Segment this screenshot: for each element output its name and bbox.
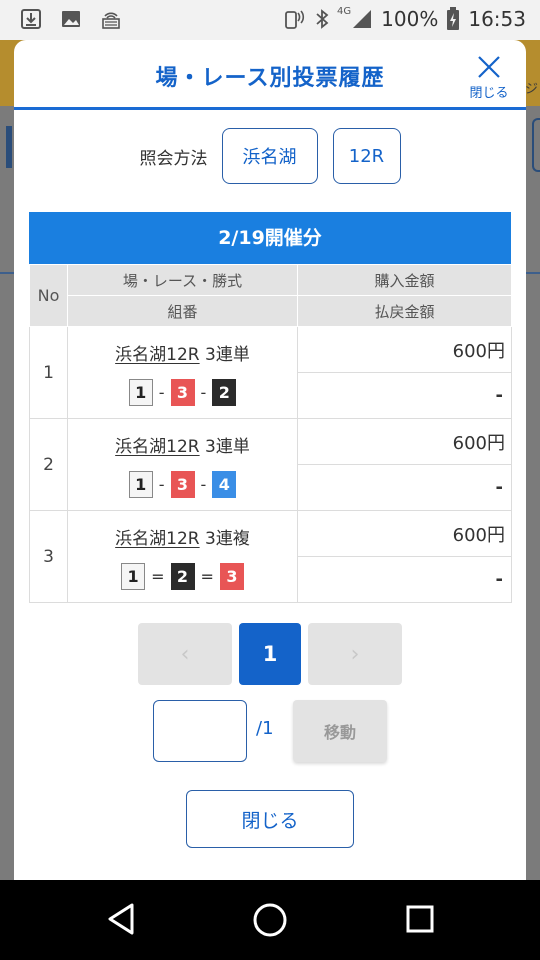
combo-separator: - <box>200 474 207 494</box>
col-header-purchase: 購入金額 <box>297 264 512 296</box>
date-header: 2/19開催分 <box>29 212 511 264</box>
race-link[interactable]: 浜名湖12R <box>115 437 199 457</box>
race-cell: 浜名湖12R 3連単 1 - 3 - 2 <box>67 326 298 419</box>
col-header-race: 場・レース・勝式 <box>67 264 298 296</box>
current-page-button[interactable]: 1 <box>239 623 301 685</box>
combo-separator: - <box>158 474 165 494</box>
col-header-no: No <box>29 264 68 327</box>
boat-chip: 1 <box>128 378 153 406</box>
race-cell: 浜名湖12R 3連単 1 - 3 - 4 <box>67 418 298 511</box>
navigation-bar <box>0 880 540 960</box>
bet-type: 3連単 <box>205 344 250 365</box>
race-link[interactable]: 浜名湖12R <box>115 529 199 549</box>
modal-header: 場・レース別投票履歴 閉じる <box>14 40 526 110</box>
next-page-button[interactable]: › <box>308 623 402 685</box>
bet-type: 3連複 <box>205 528 250 549</box>
boat-chip: 1 <box>121 562 146 590</box>
battery-percent: 100% <box>381 7 439 31</box>
close-x-label: 閉じる <box>469 86 509 101</box>
boat-chip: 1 <box>128 470 153 498</box>
history-table: No 場・レース・勝式 購入金額 組番 払戻金額 1 浜名湖12R 3連単 1 … <box>29 264 512 603</box>
combo-separator: - <box>158 382 165 402</box>
underlying-text-edge <box>6 126 12 168</box>
combo-separator: - <box>200 382 207 402</box>
pagination: ‹ 1 › <box>14 623 526 685</box>
combination: 1 - 3 - 2 <box>68 378 297 406</box>
image-icon <box>62 11 80 27</box>
query-method-row: 照会方法 浜名湖 12R <box>14 128 526 184</box>
bet-type: 3連単 <box>205 436 250 457</box>
status-bar-notifications <box>20 8 122 30</box>
payout-amount: - <box>297 464 512 511</box>
underlying-button-edge <box>532 118 540 172</box>
back-icon[interactable] <box>106 902 136 936</box>
combo-separator: = <box>200 566 214 586</box>
bet-app-icon <box>102 12 120 29</box>
query-method-label: 照会方法 <box>139 148 208 169</box>
boat-chip: 4 <box>212 470 237 498</box>
combination: 1 - 3 - 4 <box>68 470 297 498</box>
battery-charging-icon <box>447 7 460 30</box>
payout-amount: - <box>297 556 512 603</box>
download-icon <box>21 9 41 29</box>
table-row: 1 浜名湖12R 3連単 1 - 3 - 2 600円 <box>29 326 512 419</box>
combo-separator: = <box>151 566 165 586</box>
clock: 16:53 <box>468 7 526 31</box>
nfc-icon <box>285 10 305 29</box>
boat-chip: 3 <box>170 470 195 498</box>
close-icon <box>478 56 500 78</box>
purchase-amount: 600円 <box>297 326 512 373</box>
race-link[interactable]: 浜名湖12R <box>115 345 199 365</box>
combination: 1 = 2 = 3 <box>68 562 297 590</box>
network-type: 4G <box>337 5 352 17</box>
close-button[interactable]: 閉じる <box>186 790 354 848</box>
boat-chip: 2 <box>170 562 195 590</box>
boat-chip: 2 <box>212 378 237 406</box>
purchase-amount: 600円 <box>297 510 512 557</box>
modal-title: 場・レース別投票履歴 <box>155 66 385 91</box>
bet-history-modal: 場・レース別投票履歴 閉じる 照会方法 浜名湖 12R 2/19開催分 No 場… <box>14 40 526 880</box>
table-row: 3 浜名湖12R 3連複 1 = 2 = 3 600円 <box>29 510 512 603</box>
status-bar-system: 4G 100% 16:53 <box>283 5 526 31</box>
race-button[interactable]: 12R <box>332 128 401 184</box>
boat-chip: 3 <box>219 562 244 590</box>
payout-amount: - <box>297 372 512 419</box>
table-row: 2 浜名湖12R 3連単 1 - 3 - 4 600円 <box>29 418 512 511</box>
underlying-text: ジ <box>524 82 538 97</box>
purchase-amount: 600円 <box>297 418 512 465</box>
row-no: 1 <box>29 326 68 419</box>
col-header-payout: 払戻金額 <box>297 295 512 327</box>
history-table-section: 2/19開催分 No 場・レース・勝式 購入金額 組番 払戻金額 1 浜名湖12… <box>29 212 512 603</box>
status-bar: 4G 100% 16:53 <box>0 0 540 40</box>
boat-chip: 3 <box>170 378 195 406</box>
page-total: /1 <box>256 718 274 739</box>
venue-button[interactable]: 浜名湖 <box>221 128 318 184</box>
prev-page-button[interactable]: ‹ <box>138 623 232 685</box>
move-button[interactable]: 移動 <box>293 700 387 762</box>
col-header-combo: 組番 <box>67 295 298 327</box>
recents-icon[interactable] <box>406 904 434 934</box>
home-icon[interactable] <box>252 902 288 938</box>
race-cell: 浜名湖12R 3連複 1 = 2 = 3 <box>67 510 298 603</box>
close-x-button[interactable]: 閉じる <box>464 50 514 102</box>
row-no: 2 <box>29 418 68 511</box>
page-number-input[interactable] <box>153 700 247 762</box>
signal-icon <box>353 10 372 28</box>
row-no: 3 <box>29 510 68 603</box>
page-jump: /1 移動 <box>14 700 526 762</box>
bluetooth-icon <box>316 9 329 29</box>
